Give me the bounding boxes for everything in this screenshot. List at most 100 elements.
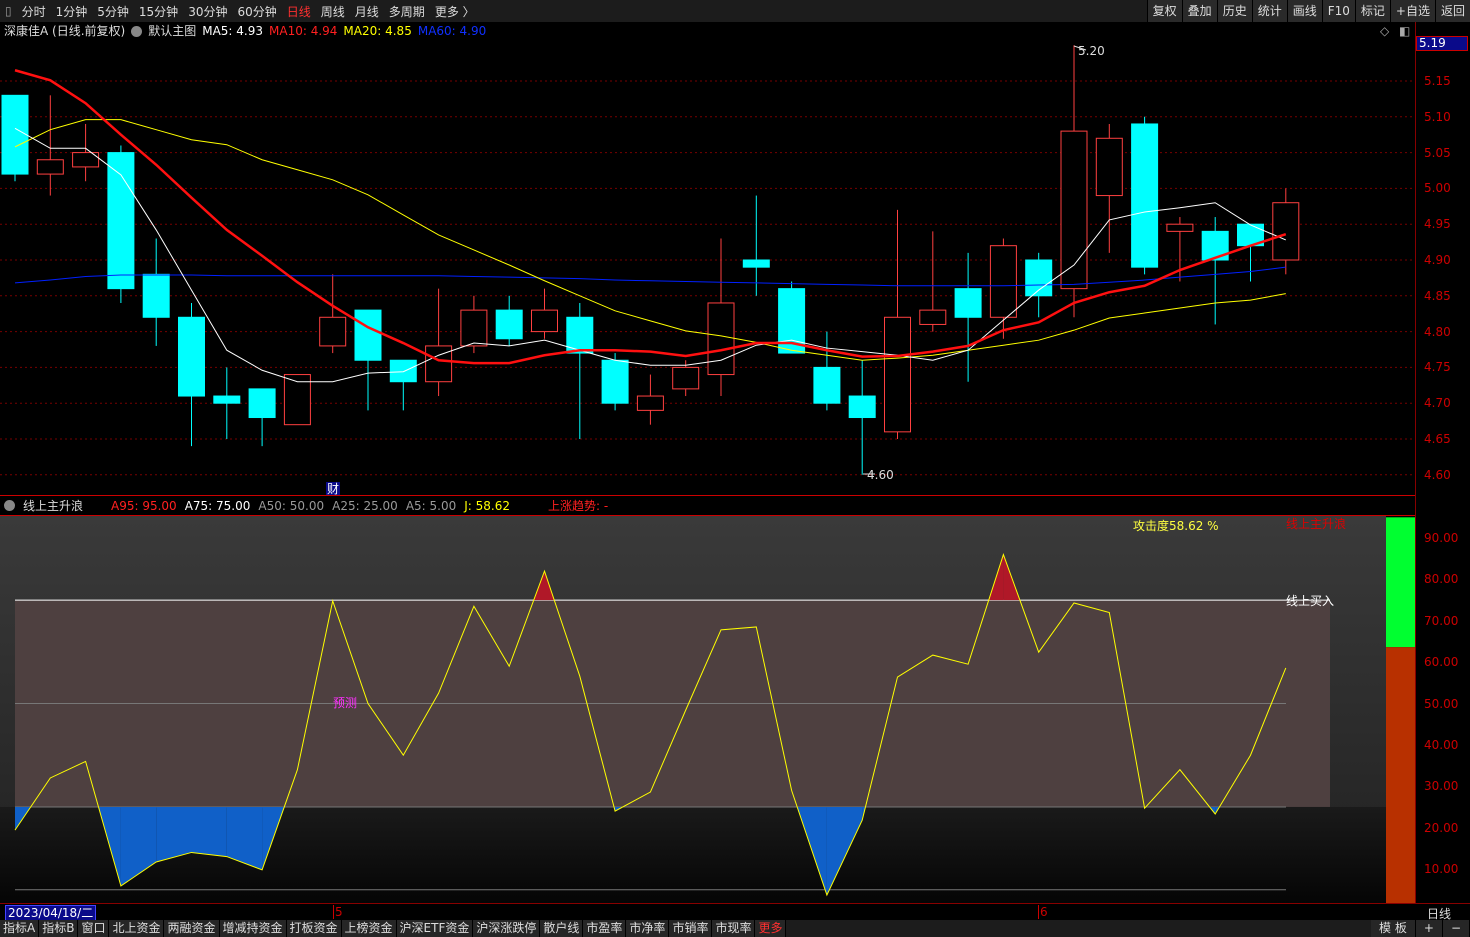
low-price-marker: 4.60 <box>867 468 894 482</box>
candle-down <box>248 388 276 419</box>
month-marker-5: 5 <box>333 905 343 919</box>
bottom-tab-8[interactable]: 沪深ETF资金 <box>396 920 474 937</box>
a25-value: A25: 25.00 <box>332 498 398 513</box>
period-tab-7[interactable]: 周线 <box>316 3 350 20</box>
period-tab-8[interactable]: 月线 <box>350 3 384 20</box>
period-tab-6[interactable]: 日线 <box>282 3 316 20</box>
sidebar-toggle-icon[interactable]: ▯ <box>0 4 17 18</box>
osc-tick: 50.00 <box>1424 696 1459 711</box>
candle-up <box>425 345 453 383</box>
candle-up <box>1166 223 1194 232</box>
toolbar-button-0[interactable]: 复权 <box>1146 0 1182 22</box>
bottom-tabs: 指标A 指标B 窗口 北上资金 两融资金 增减持资金 打板资金 上榜资金 沪深ETF资金 沪深涨跌… <box>0 920 1470 937</box>
bottom-tab-5[interactable]: 增减持资金 <box>219 920 287 937</box>
price-tick: 4.80 <box>1424 324 1451 339</box>
chevron-down-icon[interactable] <box>4 500 15 511</box>
toolbar-button-1[interactable]: 叠加 <box>1181 0 1217 22</box>
top-right-toolbar: 复权 叠加 历史 统计 画线 F10 标记 +自选 返回 <box>1146 0 1470 22</box>
bottom-tab-14[interactable]: 市现率 <box>712 920 756 937</box>
ma10-value: MA10: 4.94 <box>269 24 338 38</box>
buy-signal-label: 线上买入 <box>1286 594 1334 608</box>
bottom-tab-2[interactable]: 窗口 <box>78 920 110 937</box>
candle-up <box>1095 137 1123 197</box>
candle-up <box>1272 202 1300 261</box>
period-tab-2[interactable]: 5分钟 <box>92 3 134 20</box>
price-tick: 4.85 <box>1424 288 1451 303</box>
candle-down <box>178 316 205 397</box>
bottom-tab-1[interactable]: 指标B <box>39 920 79 937</box>
ma20-value: MA20: 4.85 <box>343 24 412 38</box>
osc-tick: 60.00 <box>1424 655 1459 670</box>
candle-down <box>1 94 29 175</box>
layout-selector[interactable]: 默认主图 <box>148 22 196 40</box>
toolbar-button-3[interactable]: 统计 <box>1251 0 1287 22</box>
osc-tick: 90.00 <box>1424 531 1459 545</box>
bottom-tab-11[interactable]: 市盈率 <box>583 920 627 937</box>
candle-up <box>989 245 1017 318</box>
bottom-tab-0[interactable]: 指标A <box>0 920 40 937</box>
candle-up <box>319 316 347 347</box>
period-tab-3[interactable]: 15分钟 <box>134 3 183 20</box>
candle-up <box>672 366 700 390</box>
ma60-value: MA60: 4.90 <box>417 24 487 38</box>
j-value: J: 58.62 <box>464 498 510 513</box>
candle-down <box>142 273 170 318</box>
bottom-tab-13[interactable]: 市销率 <box>669 920 713 937</box>
period-tab-1[interactable]: 1分钟 <box>51 3 93 20</box>
diamond-icon[interactable]: ◇ <box>1380 24 1389 38</box>
toolbar-button-5[interactable]: F10 <box>1321 0 1355 22</box>
price-tick: 4.60 <box>1424 467 1451 482</box>
bottom-tab-7[interactable]: 上榜资金 <box>341 920 397 937</box>
bottom-tab-4[interactable]: 两融资金 <box>164 920 220 937</box>
period-tab-4[interactable]: 30分钟 <box>183 3 232 20</box>
osc-tick: 10.00 <box>1424 862 1459 876</box>
candle-up <box>636 395 664 411</box>
attack-degree-label: 攻击度58.62 % <box>1133 518 1219 533</box>
price-tick: 4.95 <box>1424 217 1451 232</box>
toolbar-button-4[interactable]: 画线 <box>1286 0 1322 22</box>
bottom-tab-3[interactable]: 北上资金 <box>109 920 165 937</box>
price-tick: 4.65 <box>1424 432 1451 446</box>
a5-value: A5: 5.00 <box>405 498 457 513</box>
toolbar-button-2[interactable]: 历史 <box>1216 0 1252 22</box>
a50-value: A50: 50.00 <box>258 498 325 513</box>
candle-up <box>707 302 735 376</box>
high-price-marker: 5.20 <box>1078 44 1105 58</box>
chart-canvas[interactable]: 5.20 4.60 财攻击度58.62 % 线上主升浪线上买入预测 <box>0 0 1415 903</box>
candle-down <box>107 152 135 290</box>
bottom-tab-10[interactable]: 散户线 <box>540 920 584 937</box>
bottom-right-button-1[interactable]: + <box>1415 920 1443 937</box>
month-marker-6: 6 <box>1038 905 1048 919</box>
bottom-right-button-2[interactable]: − <box>1442 920 1470 937</box>
ma20-line <box>14 119 1286 361</box>
bottom-tab-6[interactable]: 打板资金 <box>286 920 342 937</box>
period-tab-0[interactable]: 分时 <box>17 3 51 20</box>
candle-up <box>460 309 488 347</box>
bottom-right-button-0[interactable]: 模 板 <box>1371 920 1416 937</box>
price-tick: 4.75 <box>1424 360 1451 375</box>
bottom-tab-12[interactable]: 市净率 <box>626 920 670 937</box>
attack-bar-green <box>1386 517 1415 648</box>
candle-down <box>601 359 629 404</box>
period-tab-9[interactable]: 多周期 <box>384 3 430 20</box>
osc-tick: 20.00 <box>1424 820 1459 835</box>
toolbar-button-7[interactable]: +自选 <box>1389 0 1435 22</box>
bottom-tab-15[interactable]: 更多 <box>755 920 787 937</box>
candle-down <box>742 259 770 268</box>
osc-tick: 40.00 <box>1424 737 1459 752</box>
chart-info-line: 深康佳A (日线.前复权) 默认主图 MA5: 4.93 MA10: 4.94 … <box>0 22 486 40</box>
toolbar-button-6[interactable]: 标记 <box>1354 0 1390 22</box>
price-tick: 5.00 <box>1424 181 1451 196</box>
panel-toggle-icon[interactable]: ◧ <box>1399 24 1410 38</box>
indicator-name[interactable]: 线上主升浪 <box>23 497 103 514</box>
bottom-tab-9[interactable]: 沪深涨跌停 <box>473 920 541 937</box>
ma10-line <box>14 69 1287 365</box>
period-tab-10[interactable]: 更多 〉 <box>430 3 480 20</box>
ma60-line <box>14 266 1286 287</box>
price-tick: 5.05 <box>1424 145 1451 160</box>
toolbar-button-8[interactable]: 返回 <box>1434 0 1470 22</box>
candle-up <box>884 316 911 433</box>
chevron-down-icon[interactable] <box>131 26 143 37</box>
ma5-line <box>14 127 1286 383</box>
period-tab-5[interactable]: 60分钟 <box>232 3 281 20</box>
